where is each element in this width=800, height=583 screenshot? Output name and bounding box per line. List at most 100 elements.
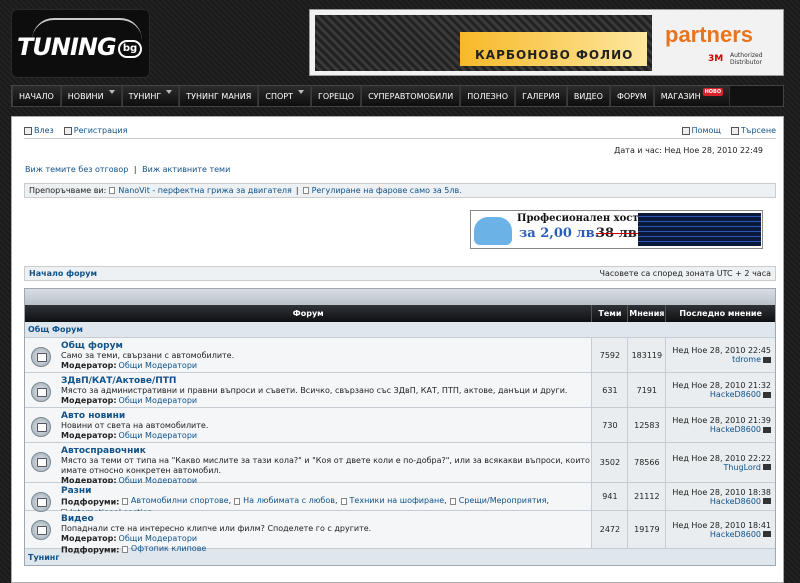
dropdown-arrow-icon [297,90,304,94]
author-link[interactable]: HackeD8600 [710,425,761,434]
moderator-link[interactable]: Общи Модератори [119,534,198,543]
nav-item[interactable]: ПОЛЕЗНО [460,86,516,106]
subforum-item[interactable]: Автомобилни спортове, [121,496,231,506]
last-post-author[interactable]: HackeD8600 [710,425,772,434]
moderator-link[interactable]: Общи Модератори [119,361,198,370]
banner-text: КАРБОНОВО ФОЛИО [475,48,634,62]
forum-row: Автосправочник Място за теми от типа на "… [25,443,776,485]
author-link[interactable]: HackeD8600 [710,390,761,399]
breadcrumb-home[interactable]: Начало форум [29,269,97,278]
nav-item[interactable]: ГОРЕЩО [310,86,362,106]
nav-item[interactable]: СУПЕРАВТОМОБИЛИ [361,86,461,106]
nav-item[interactable]: ТУНИНГ [121,86,180,106]
last-post-date: Нед Ное 28, 2010 22:22 [672,453,772,463]
view-latest-post-icon[interactable] [763,531,772,537]
topics-count: 7592 [591,338,628,372]
subforum-link[interactable]: Срещи/Мероприятия [459,496,547,506]
posts-count: 19179 [627,511,666,548]
subforum-item[interactable]: Срещи/Мероприятия, [449,496,549,506]
subforum-item[interactable]: Офтопик клипове [121,544,206,554]
subforum-item[interactable]: На любимата с любов, [234,496,338,506]
nav-item[interactable]: МАГАЗИН НОВО [653,86,731,106]
subforums-label: Подфоруми: [61,545,120,555]
last-post-author[interactable]: HackeD8600 [710,530,772,539]
view-latest-post-icon[interactable] [763,356,772,363]
forum-main: Влез Регистрация Помощ Търсене Дата и ча… [11,116,784,583]
subforum-link[interactable]: На любимата с любов [243,496,335,506]
user-bar: Влез Регистрация Помощ Търсене [24,125,776,139]
search-label: Търсене [740,126,776,135]
last-post-author[interactable]: HackeD8600 [710,497,772,506]
subforums-label: Подфоруми: [61,497,120,507]
banner-3m-logo: 3M [708,54,724,64]
last-post-author[interactable]: HackeD8600 [710,390,772,399]
nav-item[interactable]: ВИДЕО [566,86,610,106]
nav-item[interactable]: ГАЛЕРИЯ [515,86,567,106]
pin-icon [109,187,116,194]
author-link[interactable]: tdrome [732,355,761,364]
forum-text: Видео Попаднали сте на интересно клипче и… [61,514,371,555]
forum-title-link[interactable]: Общ форум [61,341,234,351]
unanswered-topics-link[interactable]: Виж темите без отговор [25,165,128,174]
nav-item[interactable]: ТУНИНГ МАНИЯ [179,86,259,106]
forum-read-icon [31,452,51,472]
last-post-author[interactable]: tdrome [732,355,772,364]
topics-count: 3502 [591,443,628,482]
forum-title-link[interactable]: Авто новини [61,411,208,421]
view-latest-post-icon[interactable] [763,426,772,433]
header-last-post: Последно мнение [665,305,775,322]
view-latest-post-icon[interactable] [763,464,772,470]
active-topics-link[interactable]: Виж активните теми [142,165,230,174]
posts-count: 7191 [627,373,666,407]
last-post-author[interactable]: ThugLord [723,463,772,472]
topics-count: 631 [591,373,628,407]
author-link[interactable]: HackeD8600 [710,530,761,539]
help-link[interactable]: Помощ [681,126,721,135]
moderator-link[interactable]: Общи Модератори [119,431,198,440]
moderator-link[interactable]: Общи Модератори [119,396,198,405]
pin-icon [302,187,309,194]
forum-row: Общ форум Само за теми, свързани с автомо… [25,338,776,373]
nav-item-label: ТУНИНГ МАНИЯ [186,91,252,101]
nav-item[interactable]: ФОРУМ [609,86,654,106]
register-link[interactable]: Регистрация [63,126,128,135]
view-latest-post-icon[interactable] [763,498,772,504]
nav-item[interactable]: СПОРТ [258,86,311,106]
nav-item-label: НОВИНИ [67,91,104,101]
register-label: Регистрация [73,126,128,135]
subforum-link[interactable]: Офтопик клипове [131,544,206,554]
nav-item[interactable]: НОВИНИ [60,86,122,106]
hosting-ad[interactable]: Професионален хостинг за 2,00 лв. 38 лв. [470,210,763,249]
forum-title-link[interactable]: ЗДвП/КАТ/Актове/ПТП [61,376,567,386]
site-logo[interactable]: TUNING bg [11,9,150,78]
recommend-link-nanovit[interactable]: NanoVit - перфектна грижа за двигателя [118,186,292,195]
author-link[interactable]: ThugLord [723,463,761,472]
login-icon [24,126,32,135]
search-link[interactable]: Търсене [730,126,776,135]
posts-count: 78566 [627,443,666,482]
moderator-label: Модератор: [61,361,117,370]
view-latest-post-icon[interactable] [763,391,772,398]
subforum-link[interactable]: Автомобилни спортове [131,496,229,506]
recommend-link-headlights[interactable]: Регулиране на фарове само за 5лв. [312,186,462,195]
hosting-old-price: 38 лв. [596,226,642,241]
author-link[interactable]: HackeD8600 [710,497,761,506]
dropdown-arrow-icon [108,90,115,94]
category-tuning-link[interactable]: Тунинг [28,553,60,562]
forum-text: Авто новини Новини от света на автомобили… [61,411,208,440]
forum-subforums: Подфоруми: Офтопик клипове [61,544,371,556]
subforum-item[interactable]: Техники на шофиране, [340,496,447,506]
forum-title-link[interactable]: Разни [61,486,591,496]
header-posts: Мнения [627,305,665,322]
subforum-link[interactable]: Техники на шофиране [350,496,445,506]
recommend-label: Препоръчваме ви: [29,186,107,195]
nav-item[interactable]: НАЧАЛО [12,86,61,106]
category-general-link[interactable]: Общ Форум [28,325,83,334]
recommend-bar: Препоръчваме ви: NanoVit - перфектна гри… [24,183,776,198]
ad-banner[interactable]: КАРБОНОВО ФОЛИО partners 3M Authorized D… [309,9,784,76]
nav-item-label: ВИДЕО [573,91,603,101]
new-badge: НОВО [702,88,724,96]
forum-title-link[interactable]: Автосправочник [61,446,591,456]
login-link[interactable]: Влез [24,126,54,135]
forum-title-link[interactable]: Видео [61,514,371,524]
